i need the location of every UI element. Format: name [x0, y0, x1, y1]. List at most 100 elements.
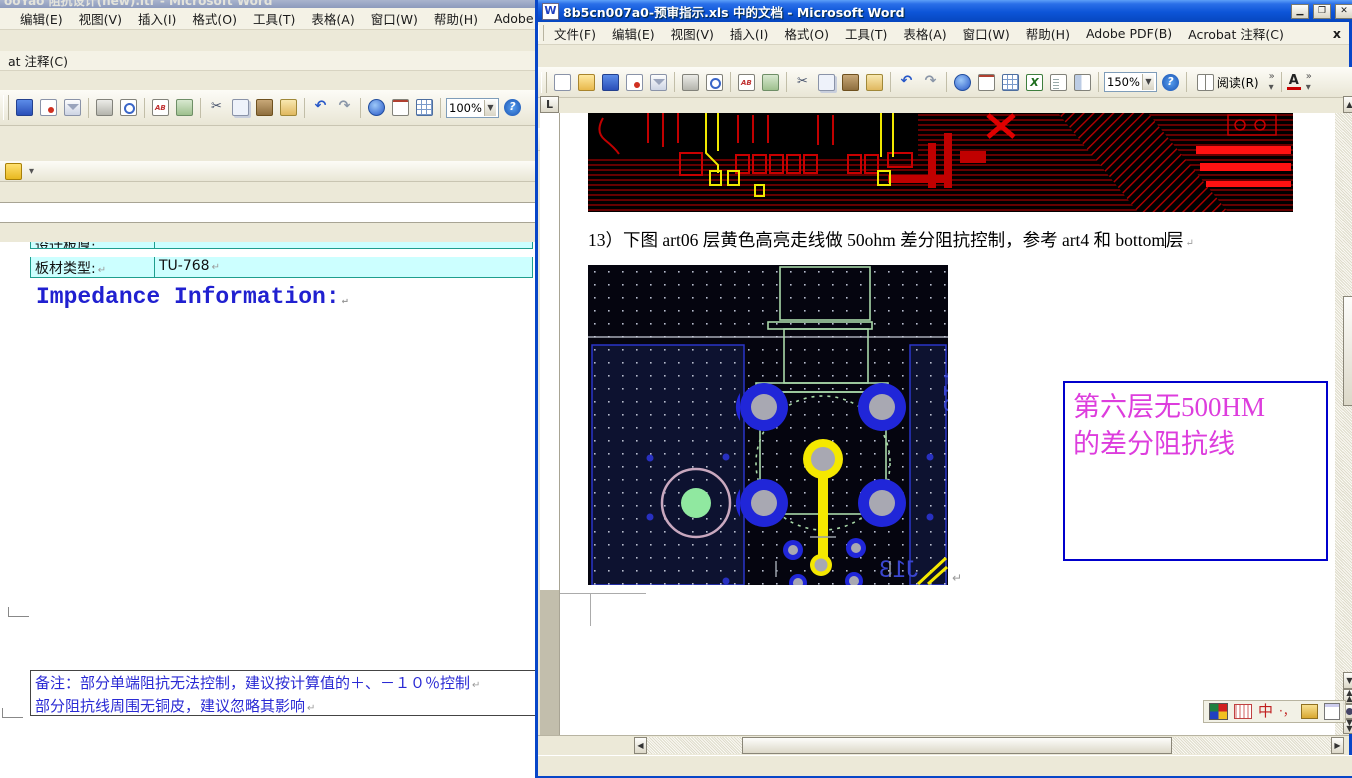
ime-logo-icon[interactable]	[1209, 703, 1228, 720]
left-menu-item-1[interactable]: 视图(V)	[71, 7, 130, 30]
mail-button[interactable]	[62, 97, 83, 118]
chevron-down-icon[interactable]: ▼	[483, 99, 496, 116]
left-menu-item-3[interactable]: 格式(O)	[184, 7, 245, 30]
scroll-up-button[interactable]: ▲	[1343, 96, 1352, 113]
mail-button[interactable]	[648, 72, 669, 93]
right-titlebar[interactable]: W 8b5cn007a0-预审指示.xls 中的文档 - Microsoft W…	[538, 0, 1352, 22]
left-menu-item-6[interactable]: 窗口(W)	[363, 7, 426, 30]
perm-button[interactable]	[624, 72, 645, 93]
spell-button[interactable]	[736, 72, 757, 93]
toolbar-overflow-button[interactable]: » ▾	[1267, 71, 1276, 93]
vertical-scrollbar[interactable]: ▲ ▼ ▲ ▲ ▼ ▼	[1343, 96, 1352, 735]
cols-button[interactable]	[1048, 72, 1069, 93]
research-button[interactable]	[760, 72, 781, 93]
reading-mode-button[interactable]: 阅读(R)	[1192, 72, 1264, 93]
left-menu-item-5[interactable]: 表格(A)	[303, 7, 362, 30]
ime-language-bar[interactable]: 中 ·，	[1203, 700, 1346, 723]
left-menu-item-7[interactable]: 帮助(H)	[426, 7, 486, 30]
map-button[interactable]	[1072, 72, 1093, 93]
right-menu-item-2[interactable]: 视图(V)	[663, 22, 722, 45]
right-menu-item-9[interactable]: Adobe PDF(B)	[1078, 24, 1180, 43]
paste-icon	[842, 73, 859, 91]
undo-button[interactable]	[896, 72, 917, 93]
cut-icon	[794, 74, 811, 91]
research-button[interactable]	[174, 97, 195, 118]
document-close-button[interactable]: x	[1325, 24, 1349, 43]
new-button[interactable]	[552, 72, 573, 93]
excel-button[interactable]	[1024, 72, 1045, 93]
tblb-button[interactable]	[976, 72, 997, 93]
table-button[interactable]	[1000, 72, 1021, 93]
paste-button[interactable]	[254, 97, 275, 118]
toolbar-overflow-icon[interactable]: ▾	[27, 166, 35, 177]
help-button[interactable]	[502, 97, 523, 118]
spell-button[interactable]	[150, 97, 171, 118]
cut-button[interactable]	[792, 72, 813, 93]
save-button[interactable]	[600, 72, 621, 93]
save-button[interactable]	[14, 97, 35, 118]
toolbar-overflow-button[interactable]: » ▾	[1304, 71, 1313, 93]
drawing-button[interactable]	[3, 161, 24, 182]
scroll-right-button[interactable]: ▶	[1331, 737, 1344, 754]
left-menu-item-2[interactable]: 插入(I)	[130, 7, 184, 30]
open-button[interactable]	[576, 72, 597, 93]
pcb-layout-image-top[interactable]	[588, 113, 1293, 212]
right-menu-item-7[interactable]: 窗口(W)	[955, 22, 1018, 45]
left-menu-item-0[interactable]: 编辑(E)	[12, 7, 71, 30]
right-menu-item-8[interactable]: 帮助(H)	[1018, 22, 1078, 45]
cut-button[interactable]	[206, 97, 227, 118]
zoom-dropdown[interactable]: 100% ▼	[446, 97, 499, 118]
painter-button[interactable]	[278, 97, 299, 118]
zoom-dropdown[interactable]: 150% ▼	[1104, 72, 1157, 92]
callout-textbox[interactable]: 第六层无500HM 的差分阻抗线	[1063, 381, 1328, 561]
undo-button[interactable]	[310, 97, 331, 118]
help-button[interactable]	[1160, 72, 1181, 93]
left-menu-item-4[interactable]: 工具(T)	[245, 7, 303, 30]
right-menu-item-3[interactable]: 插入(I)	[722, 22, 776, 45]
redo-button[interactable]	[334, 97, 355, 118]
perm-button[interactable]	[38, 97, 59, 118]
scrollbar-thumb[interactable]	[1343, 296, 1352, 406]
hscroll-thumb[interactable]	[742, 737, 1172, 754]
print-button[interactable]	[94, 97, 115, 118]
ime-notepad-icon[interactable]	[1323, 703, 1340, 720]
link-button[interactable]	[952, 72, 973, 93]
right-menu-item-0[interactable]: 文件(F)	[546, 22, 604, 45]
scroll-down-button[interactable]: ▼	[1343, 672, 1352, 689]
paragraph-13: 13）下图 art06 层黄色高亮走线做 50ohm 差分阻抗控制，参考 art…	[588, 227, 1194, 252]
ime-punctuation-toggle[interactable]: ·，	[1279, 704, 1295, 719]
right-menu-item-6[interactable]: 表格(A)	[895, 22, 954, 45]
minimize-button[interactable]: ▁	[1291, 3, 1309, 19]
table-icon	[416, 99, 433, 116]
toolbar-separator	[200, 97, 201, 118]
maximize-button[interactable]: ❐	[1313, 3, 1331, 19]
right-menu-item-10[interactable]: Acrobat 注释(C)	[1180, 22, 1292, 45]
ime-mode-toggle[interactable]: 中	[1258, 704, 1273, 719]
ime-tools-icon[interactable]	[1300, 704, 1318, 719]
tblb-button[interactable]	[390, 97, 411, 118]
notes-box: 备注：部分单端阻抗无法控制，建议按计算值的＋、－１０％控制 部分阻抗线周围无铜皮…	[30, 670, 535, 716]
close-button[interactable]: ✕	[1335, 3, 1352, 19]
font-color-button[interactable]: A	[1286, 74, 1301, 90]
right-menubar: 文件(F) 编辑(E) 视图(V) 插入(I) 格式(O) 工具(T) 表格(A) 窗口(W)…	[538, 22, 1349, 45]
copy-button[interactable]	[230, 97, 251, 118]
redo-button[interactable]	[920, 72, 941, 93]
chevron-down-icon[interactable]: ▼	[1141, 74, 1154, 90]
print-button[interactable]	[680, 72, 701, 93]
left-menu-item-comment[interactable]: at 注释(C)	[0, 49, 76, 72]
painter-button[interactable]	[864, 72, 885, 93]
tab-alignment-selector[interactable]: L	[540, 96, 559, 113]
ime-soft-keyboard-icon[interactable]	[1234, 704, 1252, 719]
copy-button[interactable]	[816, 72, 837, 93]
right-menu-item-5[interactable]: 工具(T)	[837, 22, 895, 45]
paste-button[interactable]	[840, 72, 861, 93]
link-button[interactable]	[366, 97, 387, 118]
right-menu-item-4[interactable]: 格式(O)	[776, 22, 837, 45]
right-menu-item-1[interactable]: 编辑(E)	[604, 22, 663, 45]
pcb-layout-image-detail[interactable]: U14 J13	[588, 265, 948, 585]
redo-icon	[336, 99, 353, 116]
scroll-left-button[interactable]: ◀	[634, 737, 647, 754]
table-button[interactable]	[414, 97, 435, 118]
preview-button[interactable]	[118, 97, 139, 118]
preview-button[interactable]	[704, 72, 725, 93]
